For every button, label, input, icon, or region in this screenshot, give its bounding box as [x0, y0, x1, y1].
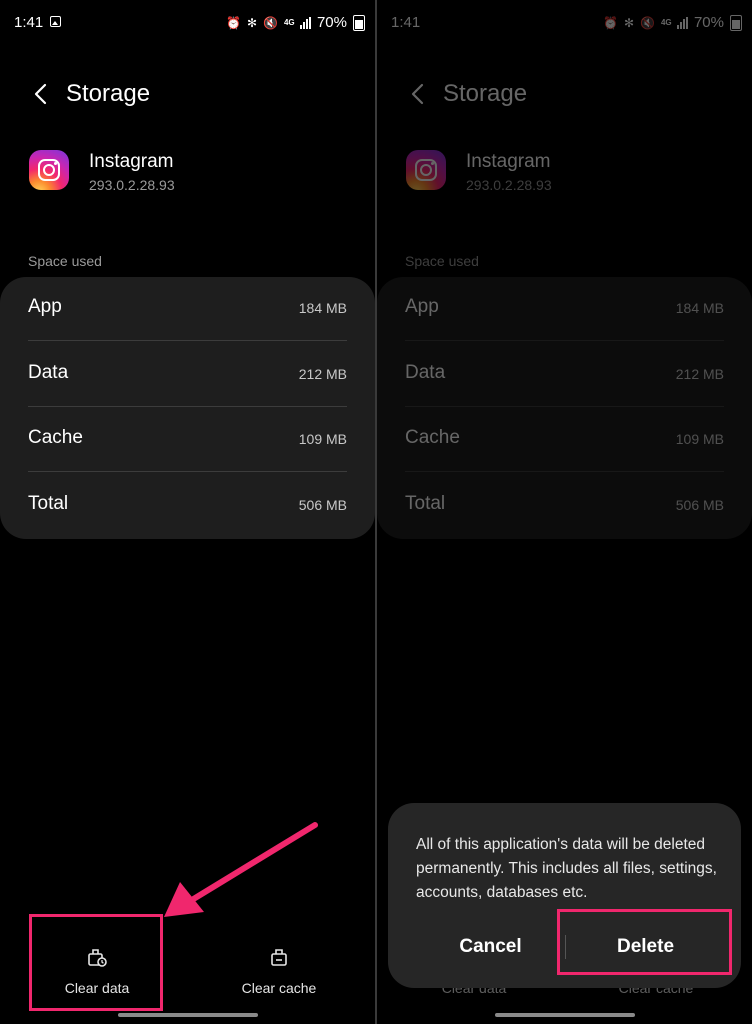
bluetooth-icon: ✻: [246, 15, 258, 30]
clear-cache-label: Clear cache: [241, 980, 317, 996]
storage-row-cache: Cache 109 MB: [28, 408, 347, 472]
alarm-icon: ⏰: [226, 15, 241, 30]
clear-data-highlight: [29, 914, 163, 1011]
page-title: Storage: [66, 80, 151, 107]
home-indicator[interactable]: [117, 1013, 258, 1017]
app-version: 293.0.2.28.93: [89, 177, 175, 193]
status-time: 1:41: [14, 14, 44, 31]
row-value: 109 MB: [298, 431, 347, 447]
storage-screen-dialog: 1:41 ⏰ ✻ 🔇 4G 70% Storage Instagram 293.…: [377, 0, 752, 1024]
row-value: 184 MB: [298, 300, 347, 316]
signal-icon: [299, 16, 311, 29]
battery-icon: [353, 14, 365, 31]
storage-row-data: Data 212 MB: [28, 343, 347, 407]
cancel-button[interactable]: Cancel: [408, 927, 573, 967]
status-icons: ⏰ ✻ 🔇 4G 70%: [226, 14, 365, 31]
storage-row-total: Total 506 MB: [28, 474, 347, 538]
row-divider: [28, 471, 347, 472]
back-icon[interactable]: [30, 82, 54, 106]
delete-highlight: [557, 909, 732, 975]
storage-row-app: App 184 MB: [28, 277, 347, 341]
row-label: App: [28, 296, 62, 317]
row-label: Data: [28, 362, 69, 383]
storage-screen: 1:41 ⏰ ✻ 🔇 4G 70% Storage Instagram 293.…: [0, 0, 375, 1024]
clear-cache-icon: [271, 949, 287, 966]
row-value: 212 MB: [298, 366, 347, 382]
battery-percent: 70%: [316, 14, 347, 31]
row-divider: [28, 340, 347, 341]
section-label: Space used: [28, 253, 102, 269]
row-label: Total: [28, 493, 69, 514]
status-bar: 1:41 ⏰ ✻ 🔇 4G 70%: [0, 0, 375, 44]
gallery-icon: [50, 16, 61, 27]
row-divider: [28, 406, 347, 407]
row-value: 506 MB: [298, 497, 347, 513]
network-type: 4G: [283, 17, 295, 27]
mute-icon: 🔇: [263, 15, 278, 30]
pointer-arrow: [164, 822, 318, 917]
app-name: Instagram: [89, 151, 174, 172]
clear-cache-button[interactable]: Clear cache: [209, 940, 349, 1000]
home-indicator[interactable]: [494, 1013, 635, 1017]
row-label: Cache: [28, 427, 83, 448]
dialog-message: All of this application's data will be d…: [416, 836, 717, 901]
app-icon-instagram: [29, 150, 69, 190]
storage-card: App 184 MB Data 212 MB Cache 109 MB Tota…: [0, 277, 375, 539]
